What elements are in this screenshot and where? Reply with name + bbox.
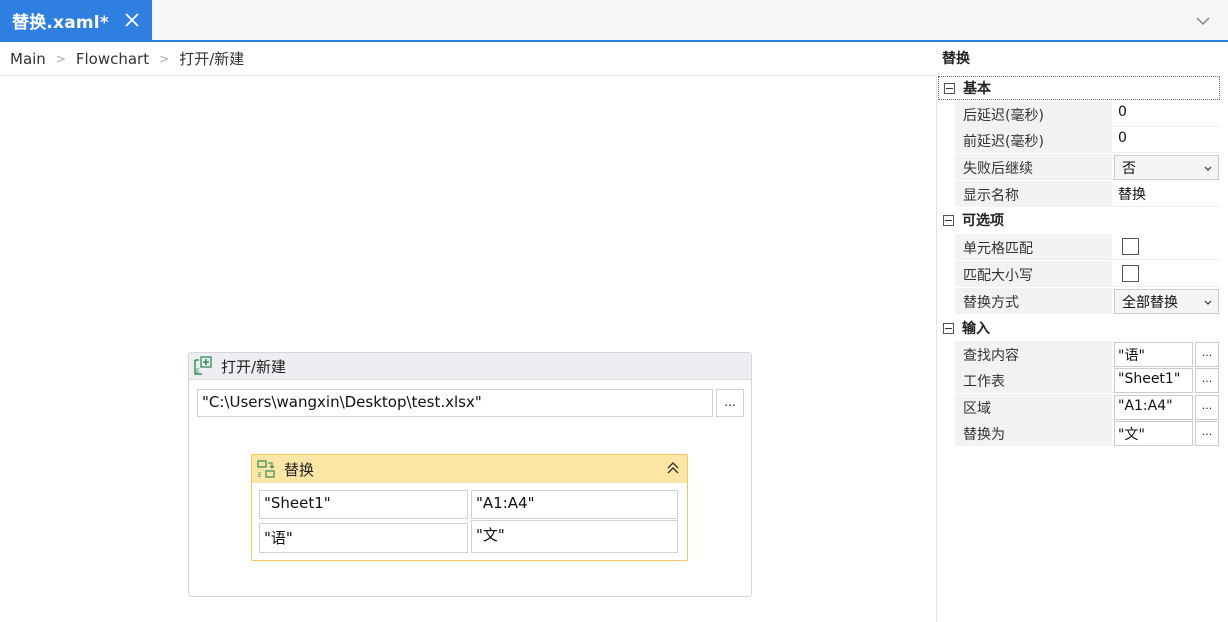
breadcrumb-flowchart[interactable]: Flowchart	[76, 50, 149, 68]
properties-title: 替换	[942, 51, 970, 67]
replace-with-field[interactable]: "文"	[471, 520, 678, 553]
breadcrumb-current[interactable]: 打开/新建	[179, 48, 244, 69]
prop-match-case-label: 匹配大小写	[955, 261, 1112, 287]
file-path-input[interactable]: "C:\Users\wangxin\Desktop\test.xlsx"	[197, 389, 713, 417]
chevron-right-icon: >	[159, 51, 170, 66]
breadcrumb: Main > Flowchart > 打开/新建	[0, 42, 937, 76]
collapse-toggle-icon[interactable]	[943, 322, 954, 334]
replace-with-input[interactable]: "文"	[1114, 421, 1193, 446]
category-basic[interactable]: 基本	[938, 76, 1220, 100]
prop-replace-with: 替换为 "文" ...	[955, 420, 1220, 446]
range-expression-button[interactable]: ...	[1195, 395, 1219, 420]
prop-match-case: 匹配大小写	[955, 261, 1220, 287]
cell-match-checkbox[interactable]	[1122, 238, 1139, 255]
prop-range-label: 区域	[955, 394, 1112, 420]
category-input[interactable]: 输入	[938, 316, 1220, 340]
match-case-checkbox[interactable]	[1122, 265, 1139, 282]
prop-delay-before-label: 前延迟(毫秒)	[955, 127, 1112, 153]
open-create-title: 打开/新建	[221, 357, 287, 376]
chevron-down-icon	[1203, 162, 1213, 172]
tab-document[interactable]: 替换.xaml*	[0, 0, 152, 40]
prop-replace-mode-label: 替换方式	[955, 288, 1112, 314]
open-create-activity[interactable]: E 打开/新建 "C:\Users\wangxin\Desktop\test.x…	[188, 352, 752, 597]
prop-replace-with-label: 替换为	[955, 420, 1112, 446]
replace-mode-value: 全部替换	[1122, 295, 1178, 311]
open-create-header[interactable]: E 打开/新建	[189, 353, 751, 380]
prop-display-name-value[interactable]: 替换	[1114, 181, 1220, 207]
prop-cell-match-label: 单元格匹配	[955, 234, 1112, 260]
prop-delay-after-label: 后延迟(毫秒)	[955, 101, 1112, 127]
prop-continue-on-error: 失败后继续 否	[955, 154, 1220, 180]
chevron-right-icon: >	[55, 51, 66, 66]
replace-mode-select[interactable]: 全部替换	[1114, 289, 1219, 314]
svg-text:E: E	[258, 472, 262, 479]
range-input[interactable]: "A1:A4"	[1114, 395, 1193, 420]
find-input[interactable]: "语"	[1114, 342, 1193, 367]
category-options-label: 可选项	[962, 213, 1004, 229]
find-field[interactable]: "语"	[259, 523, 468, 553]
prop-display-name: 显示名称 替换	[955, 181, 1220, 207]
prop-find-label: 查找内容	[955, 341, 1112, 367]
sheet-name-field[interactable]: "Sheet1"	[259, 490, 468, 519]
find-expression-button[interactable]: ...	[1195, 342, 1219, 367]
replace-activity[interactable]: E 替换 "Sheet1" "A1:A4" "语" "文"	[251, 454, 688, 561]
excel-scope-icon: E	[193, 356, 213, 376]
document-tabstrip: 替换.xaml*	[0, 0, 1228, 42]
chevron-down-icon[interactable]	[1194, 12, 1212, 30]
sheet-input[interactable]: "Sheet1"	[1114, 368, 1193, 393]
category-options[interactable]: 可选项	[938, 208, 1220, 232]
designer-canvas[interactable]: E 打开/新建 "C:\Users\wangxin\Desktop\test.x…	[0, 77, 937, 622]
properties-panel: 替换 基本 后延迟(毫秒) 0 前延迟(毫秒) 0 失败后继续 否 显示名称 替…	[938, 42, 1228, 622]
prop-find: 查找内容 "语" ...	[955, 341, 1220, 367]
prop-display-name-label: 显示名称	[955, 181, 1112, 207]
prop-sheet-label: 工作表	[955, 367, 1112, 393]
close-icon[interactable]	[123, 11, 141, 29]
collapse-icon[interactable]	[665, 460, 681, 476]
prop-continue-on-error-label: 失败后继续	[955, 154, 1112, 180]
breadcrumb-main[interactable]: Main	[10, 50, 46, 68]
svg-text:E: E	[196, 368, 200, 375]
collapse-toggle-icon[interactable]	[943, 214, 954, 226]
continue-on-error-select[interactable]: 否	[1114, 155, 1219, 180]
replace-activity-header[interactable]: E 替换	[252, 455, 687, 483]
category-input-label: 输入	[962, 321, 990, 337]
prop-delay-before-value[interactable]: 0	[1114, 127, 1220, 153]
replace-with-expression-button[interactable]: ...	[1195, 421, 1219, 446]
continue-on-error-value: 否	[1122, 161, 1136, 177]
prop-delay-after: 后延迟(毫秒) 0	[955, 101, 1220, 127]
range-field[interactable]: "A1:A4"	[471, 490, 678, 519]
browse-file-button[interactable]: ...	[716, 389, 744, 417]
prop-delay-before: 前延迟(毫秒) 0	[955, 127, 1220, 153]
prop-replace-mode: 替换方式 全部替换	[955, 288, 1220, 314]
prop-range: 区域 "A1:A4" ...	[955, 394, 1220, 420]
prop-cell-match: 单元格匹配	[955, 234, 1220, 260]
replace-icon: E	[256, 459, 276, 479]
prop-sheet: 工作表 "Sheet1" ...	[955, 367, 1220, 393]
collapse-toggle-icon[interactable]	[944, 82, 955, 94]
prop-delay-after-value[interactable]: 0	[1114, 101, 1220, 127]
category-basic-label: 基本	[963, 81, 991, 97]
chevron-down-icon	[1203, 296, 1213, 306]
tab-title: 替换.xaml*	[12, 12, 109, 33]
sheet-expression-button[interactable]: ...	[1195, 368, 1219, 393]
replace-activity-title: 替换	[284, 460, 315, 479]
